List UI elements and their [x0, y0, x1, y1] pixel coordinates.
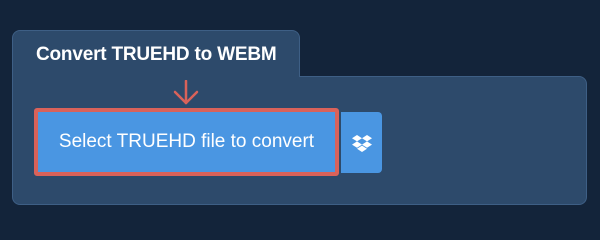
select-file-button-label: Select TRUEHD file to convert [58, 131, 315, 152]
panel-tab-seam [13, 74, 299, 80]
select-file-button[interactable]: Select TRUEHD file to convert [34, 108, 339, 176]
dropbox-button[interactable] [341, 112, 382, 173]
panel-title: Convert TRUEHD to WEBM [36, 44, 277, 65]
arrow-down-icon [173, 80, 199, 105]
dropbox-icon [351, 134, 372, 152]
converter-page: Convert TRUEHD to WEBM Select TRUEHD fil… [0, 0, 600, 230]
